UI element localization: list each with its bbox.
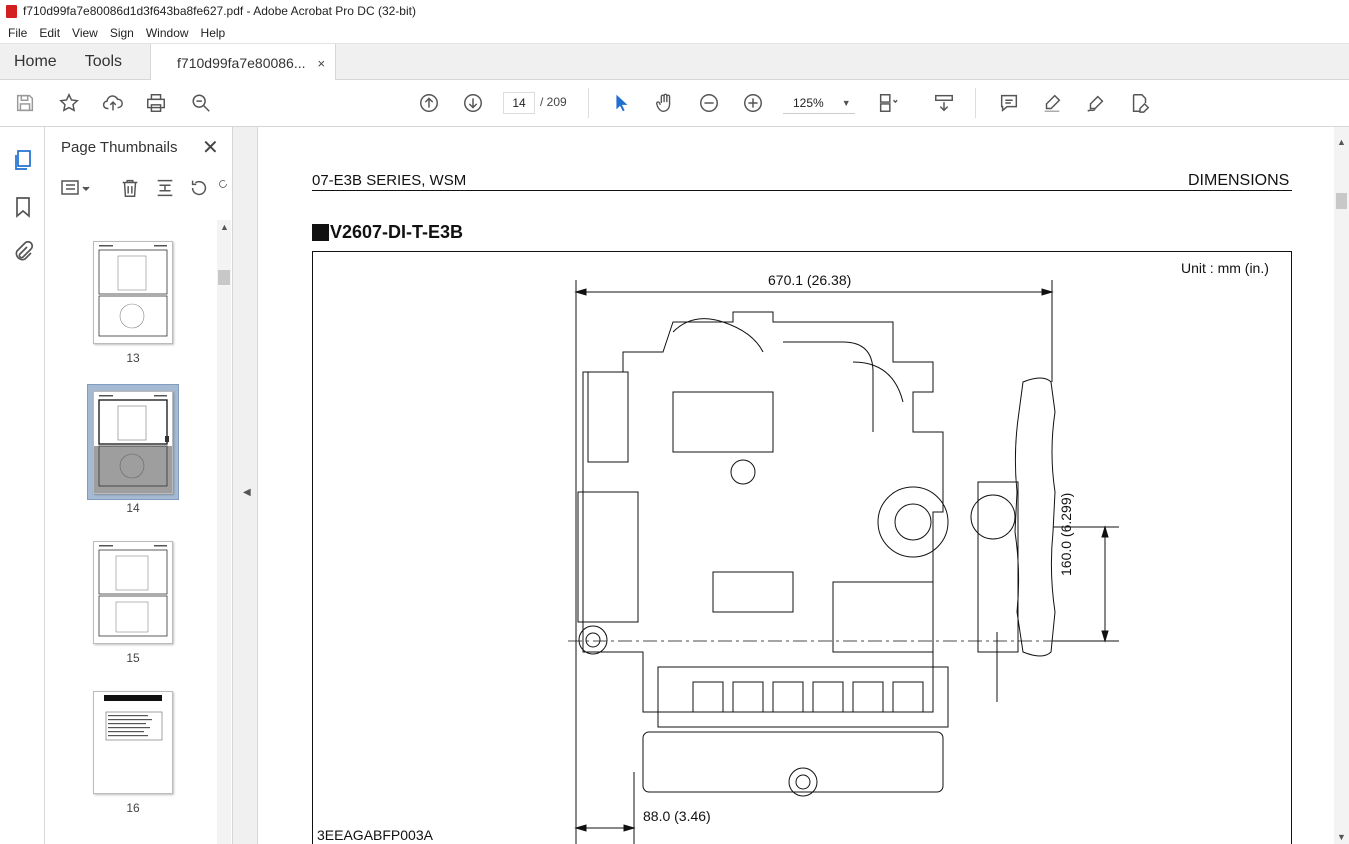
- star-icon[interactable]: [57, 91, 81, 115]
- save-icon[interactable]: [13, 91, 37, 115]
- engine-dimension-figure: Unit : mm (in.) 670.1 (26.38) 160.0 (6.2…: [312, 251, 1292, 844]
- thumbnail-page-14[interactable]: [93, 391, 173, 494]
- zoom-select[interactable]: 125% ▼: [783, 92, 855, 114]
- menu-window[interactable]: Window: [140, 26, 195, 40]
- page-preview: [98, 245, 168, 337]
- acrobat-pdf-icon: [6, 4, 17, 18]
- tab-bar: Home Tools f710d99fa7e80086... ×: [0, 43, 1349, 82]
- tab-home[interactable]: Home: [0, 44, 71, 79]
- comment-icon[interactable]: [997, 91, 1021, 115]
- document-tab-label: f710d99fa7e80086...: [177, 55, 306, 71]
- select-cursor-icon[interactable]: [609, 91, 633, 115]
- scrollbar-thumb[interactable]: [1336, 193, 1347, 209]
- page-preview: [94, 395, 172, 493]
- hand-icon[interactable]: [653, 91, 677, 115]
- print-icon[interactable]: [144, 91, 168, 115]
- menu-file[interactable]: File: [2, 26, 33, 40]
- left-navigation-rail: [0, 127, 45, 844]
- menu-help[interactable]: Help: [195, 26, 232, 40]
- tab-document[interactable]: f710d99fa7e80086... ×: [150, 44, 337, 82]
- menu-sign[interactable]: Sign: [104, 26, 140, 40]
- thumbnail-label: 13: [126, 351, 140, 365]
- figure-code: 3EEAGABFP003A: [317, 827, 433, 843]
- chevron-down-icon: ▼: [841, 97, 851, 108]
- panel-title: Page Thumbnails: [61, 138, 178, 156]
- page-number-input[interactable]: 14: [503, 92, 535, 114]
- page-thumbnails-icon[interactable]: [11, 148, 35, 172]
- thumbnail-page-16[interactable]: [93, 691, 173, 794]
- highlight-icon[interactable]: [1040, 91, 1064, 115]
- thumbnail-label: 16: [126, 801, 140, 815]
- document-view[interactable]: 07-E3B SERIES, WSM DIMENSIONS V2607-DI-T…: [258, 127, 1334, 844]
- height-dimension-label: 160.0 (6.299): [1058, 492, 1074, 576]
- scroll-up-icon[interactable]: ▲: [1337, 137, 1346, 147]
- page-down-icon[interactable]: [461, 91, 485, 115]
- page-preview: [98, 545, 168, 637]
- width-dimension-label: 670.1 (26.38): [768, 272, 852, 288]
- doc-header-left: 07-E3B SERIES, WSM: [312, 172, 467, 189]
- panel-splitter[interactable]: ◀: [233, 127, 258, 844]
- page-preview: [104, 695, 163, 741]
- doc-header-right: DIMENSIONS: [1188, 172, 1290, 189]
- section-title: V2607-DI-T-E3B: [312, 222, 463, 243]
- engine-drawing: [568, 280, 1119, 844]
- collapse-panel-icon[interactable]: ◀: [243, 487, 251, 498]
- bookmark-icon[interactable]: [11, 195, 35, 219]
- zoom-search-icon[interactable]: [189, 91, 213, 115]
- menu-edit[interactable]: Edit: [33, 26, 66, 40]
- scroll-down-icon[interactable]: ▼: [1337, 832, 1346, 842]
- document-scrollbar[interactable]: ▲ ▼: [1334, 127, 1349, 844]
- title-bullet: [312, 224, 329, 241]
- attachment-icon[interactable]: [11, 240, 35, 264]
- rotate-left-icon[interactable]: [188, 177, 210, 199]
- zoom-in-icon[interactable]: [741, 91, 765, 115]
- tab-tools[interactable]: Tools: [71, 44, 136, 79]
- scrollbar-thumb[interactable]: [218, 270, 230, 285]
- page-thumbnails-panel: Page Thumbnails ✕ ▲ 13 14 15 16: [45, 127, 233, 844]
- window-title: f710d99fa7e80086d1d3f643ba8fe627.pdf - A…: [23, 4, 416, 18]
- thumbnail-toolbar: [59, 175, 229, 203]
- rotate-right-icon[interactable]: [217, 177, 229, 199]
- thumbnail-page-15[interactable]: [93, 541, 173, 644]
- thumbnail-scrollbar[interactable]: ▲: [217, 220, 231, 844]
- scroll-up-icon[interactable]: ▲: [220, 222, 229, 232]
- thumbnail-options-icon[interactable]: [61, 177, 93, 199]
- menu-view[interactable]: View: [66, 26, 104, 40]
- zoom-value: 125%: [793, 95, 824, 110]
- toolbar-divider: [975, 88, 976, 118]
- sign-icon[interactable]: [1084, 91, 1108, 115]
- close-panel-icon[interactable]: ✕: [202, 135, 219, 160]
- menu-bar: File Edit View Sign Window Help: [0, 22, 1349, 43]
- header-rule: [312, 190, 1292, 191]
- page-fit-icon[interactable]: [876, 91, 900, 115]
- thumbnail-page-13[interactable]: [93, 241, 173, 344]
- page-up-icon[interactable]: [417, 91, 441, 115]
- upload-icon[interactable]: [101, 91, 125, 115]
- zoom-out-icon[interactable]: [697, 91, 721, 115]
- thumbnail-label: 14: [126, 501, 140, 515]
- edit-pdf-icon[interactable]: [1128, 91, 1152, 115]
- main-toolbar: 14 / 209 125% ▼: [0, 80, 1349, 127]
- page-total: / 209: [540, 95, 567, 109]
- title-bar: f710d99fa7e80086d1d3f643ba8fe627.pdf - A…: [0, 0, 1349, 22]
- close-tab-icon[interactable]: ×: [318, 56, 326, 71]
- delete-page-icon[interactable]: [119, 177, 141, 199]
- section-title-text: V2607-DI-T-E3B: [330, 222, 464, 242]
- extract-page-icon[interactable]: [154, 177, 176, 199]
- offset-dimension-label: 88.0 (3.46): [643, 808, 711, 824]
- toolbar-divider: [588, 88, 589, 118]
- scroll-mode-icon[interactable]: [932, 91, 956, 115]
- thumbnail-label: 15: [126, 651, 140, 665]
